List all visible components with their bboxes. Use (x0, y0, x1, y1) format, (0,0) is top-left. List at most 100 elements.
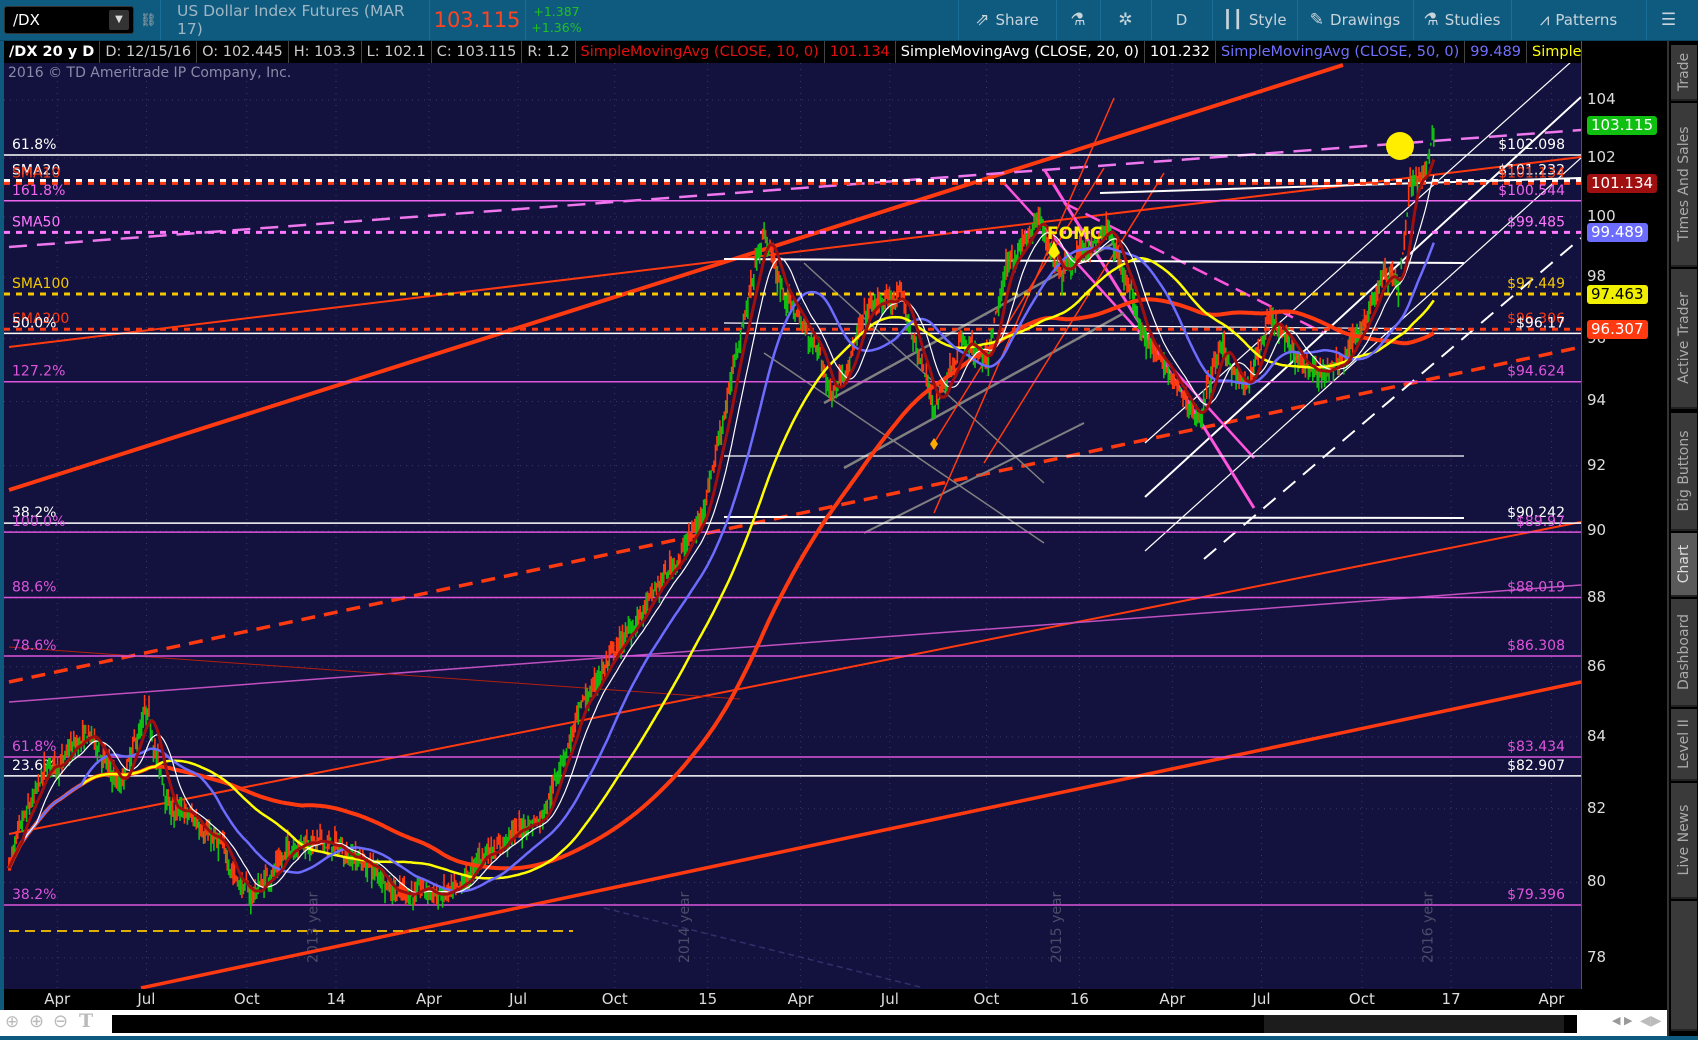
time-tick: 17 (1441, 990, 1461, 1008)
time-tick: 15 (698, 990, 718, 1008)
study-more[interactable]: Simple... (1527, 41, 1584, 63)
chevron-down-icon[interactable]: ▼ (109, 10, 129, 30)
sidebar-tab-level-ii[interactable]: Level II (1671, 709, 1697, 781)
level-label-right: $102.098 (1498, 137, 1565, 153)
study-sma10-value: 101.134 (825, 41, 896, 63)
level-label-right: $82.907 (1507, 758, 1565, 774)
sidebar-tab-label: Dashboard (1676, 614, 1692, 690)
time-axis[interactable]: Apr Jul Oct 14 Apr Jul Oct 15 Apr Jul Oct 16 Apr Jul O… (4, 989, 1667, 1010)
price-badge: 96.307 (1587, 320, 1648, 340)
sidebar-tab-label: Active Trader (1676, 292, 1692, 384)
price-badge: 101.134 (1587, 174, 1658, 194)
level-label-left: SMA100 (12, 276, 69, 292)
symbol-description: US Dollar Index Futures (MAR 17) (160, 0, 428, 40)
text-tool-icon[interactable]: T (79, 1010, 93, 1032)
chart-title: /DX 20 y D (4, 41, 101, 63)
sidebar-tab-dashboard[interactable]: Dashboard (1671, 599, 1697, 707)
pencil-icon: ✎ (1309, 10, 1325, 30)
sidebar-tab-label: Chart (1676, 544, 1692, 584)
button-label: Drawings (1330, 11, 1401, 29)
crosshair-icon[interactable]: ⊕ (5, 1012, 19, 1032)
price-tick: 90 (1587, 521, 1607, 540)
level-label-left: 38.2% (12, 887, 56, 903)
menu-icon: ☰ (1660, 10, 1677, 30)
net-change: +1.387 (533, 4, 580, 19)
sidebar-tab-label: Big Buttons (1676, 430, 1692, 512)
sidebar-tab-big-buttons[interactable]: Big Buttons (1671, 413, 1697, 531)
level-label-right: $89.97 (1516, 514, 1565, 530)
trend-line (8, 345, 1581, 684)
legend-open: O: 102.445 (197, 41, 289, 63)
sidebar-tab-label: Live News (1676, 804, 1692, 876)
legend-high: H: 103.3 (289, 41, 362, 63)
button-label: Style (1248, 11, 1287, 29)
price-badge: 99.489 (1587, 223, 1648, 243)
study-sma20[interactable]: SimpleMovingAvg (CLOSE, 20, 0) (896, 41, 1146, 63)
drawings-button[interactable]: ✎ Drawings (1297, 0, 1412, 40)
study-sma10[interactable]: SimpleMovingAvg (CLOSE, 10, 0) (576, 41, 825, 63)
level-label-right: $96.17 (1516, 315, 1565, 331)
share-button[interactable]: ⇗ Share (958, 0, 1055, 40)
drag-handle-icon[interactable]: ◀▶ (1640, 1013, 1662, 1029)
sma-line-sma10 (7, 159, 1436, 896)
price-badge: 103.115 (1587, 116, 1658, 136)
time-tick: Apr (1538, 990, 1565, 1008)
flask-button[interactable]: ⚗ (1056, 0, 1099, 40)
zoom-out-icon[interactable]: ⊖ (53, 1011, 68, 1032)
time-tick: Jul (880, 990, 899, 1008)
style-button[interactable]: ┃┃ Style (1212, 0, 1296, 40)
trend-line (8, 63, 1344, 492)
legend-date: D: 12/15/16 (100, 41, 198, 63)
button-label: Patterns (1555, 11, 1618, 29)
patterns-button[interactable]: ⩘ Patterns (1511, 0, 1645, 40)
time-tick: Jul (1252, 990, 1271, 1008)
trend-line (603, 907, 925, 989)
price-change: +1.387 +1.36% (525, 0, 587, 40)
sidebar-tab-times-and-sales[interactable]: Times And Sales (1671, 103, 1697, 267)
sidebar-tab-active-trader[interactable]: Active Trader (1671, 269, 1697, 409)
horizontal-scrollbar[interactable] (112, 1015, 1577, 1033)
scrollbar-thumb[interactable] (1264, 1015, 1564, 1033)
share-icon: ⇗ (975, 10, 990, 30)
highlight-marker (1386, 132, 1414, 160)
sidebar-tab-live-news[interactable]: Live News (1671, 783, 1697, 899)
link-icon[interactable]: ⛓ (140, 0, 157, 40)
price-badge: 97.463 (1587, 284, 1648, 304)
chart-canvas[interactable]: 2013 year 2014 year 2015 year 2016 year2016… (4, 63, 1581, 989)
time-tick: Oct (1348, 990, 1375, 1008)
price-tick: 84 (1587, 726, 1607, 745)
price-tick: 80 (1587, 872, 1607, 891)
button-label: Studies (1444, 11, 1501, 29)
flask-icon: ⚗ (1423, 10, 1439, 30)
level-label-right: $94.624 (1507, 364, 1565, 380)
percent-change: +1.36% (531, 20, 582, 35)
sidebar-tab-chart[interactable]: Chart (1671, 533, 1697, 597)
button-label: Share (995, 11, 1039, 29)
price-chart[interactable]: 2013 year 2014 year 2015 year 2016 year 2016… (4, 63, 1581, 989)
level-label-right: $83.434 (1507, 739, 1565, 755)
level-label-left: 61.8% (12, 739, 56, 755)
legend-close: C: 103.115 (432, 41, 523, 63)
study-sma20-value: 101.232 (1145, 41, 1217, 63)
studies-button[interactable]: ⚗ Studies (1413, 0, 1510, 40)
chart-legend: /DX 20 y D D: 12/15/16 O: 102.445 H: 103… (4, 41, 1584, 63)
study-sma50[interactable]: SimpleMovingAvg (CLOSE, 50, 0) (1216, 41, 1466, 63)
price-tick: 88 (1587, 588, 1607, 607)
time-tick: Oct (973, 990, 1000, 1008)
time-tick: Apr (44, 990, 71, 1008)
year-watermark: 2015 year (1049, 891, 1065, 963)
price-tick: 86 (1587, 656, 1607, 675)
sidebar-tab-trade[interactable]: Trade (1671, 45, 1697, 101)
symbol-selector[interactable]: /DX ▼ (4, 6, 134, 34)
time-tick: Apr (415, 990, 442, 1008)
price-axis[interactable]: 7880828486889092949698100102104103.11510… (1581, 41, 1667, 989)
d-button[interactable]: D (1151, 0, 1211, 40)
chart-toolbar: /DX ▼ ⛓ US Dollar Index Futures (MAR 17) … (0, 0, 1698, 41)
menu-button[interactable]: ☰ (1646, 0, 1690, 40)
price-tick: 94 (1587, 391, 1607, 410)
last-price: 103.115 (429, 0, 524, 40)
zoom-in-icon[interactable]: ⊕ (29, 1011, 44, 1032)
sidebar-tab-label: Times And Sales (1676, 126, 1692, 242)
gear-button[interactable]: ✲ (1100, 0, 1150, 40)
scroll-arrows-icon[interactable]: ◀ ▶ (1612, 1014, 1632, 1027)
